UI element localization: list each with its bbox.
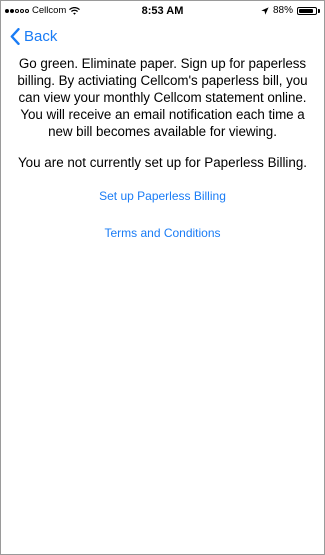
battery-icon bbox=[297, 7, 320, 15]
enrollment-status-text: You are not currently set up for Paperle… bbox=[17, 155, 308, 170]
battery-percentage: 88% bbox=[272, 5, 293, 16]
status-bar: Cellcom 8:53 AM 88% bbox=[1, 1, 324, 21]
chevron-left-icon bbox=[10, 27, 20, 45]
location-arrow-icon bbox=[261, 7, 269, 15]
battery-fill bbox=[299, 9, 314, 13]
battery-tip bbox=[318, 9, 320, 13]
phone-screen: Cellcom 8:53 AM 88% Back Go green. Elimi… bbox=[0, 0, 325, 555]
terms-and-conditions-link[interactable]: Terms and Conditions bbox=[9, 226, 316, 240]
setup-paperless-billing-link[interactable]: Set up Paperless Billing bbox=[9, 189, 316, 203]
intro-text: Go green. Eliminate paper. Sign up for p… bbox=[17, 56, 308, 139]
status-right: 88% bbox=[261, 1, 320, 21]
paperless-billing-content: Go green. Eliminate paper. Sign up for p… bbox=[1, 51, 324, 240]
back-button[interactable]: Back bbox=[10, 27, 58, 45]
back-label: Back bbox=[24, 27, 58, 45]
battery-body bbox=[297, 7, 317, 15]
navigation-bar: Back bbox=[1, 21, 324, 51]
